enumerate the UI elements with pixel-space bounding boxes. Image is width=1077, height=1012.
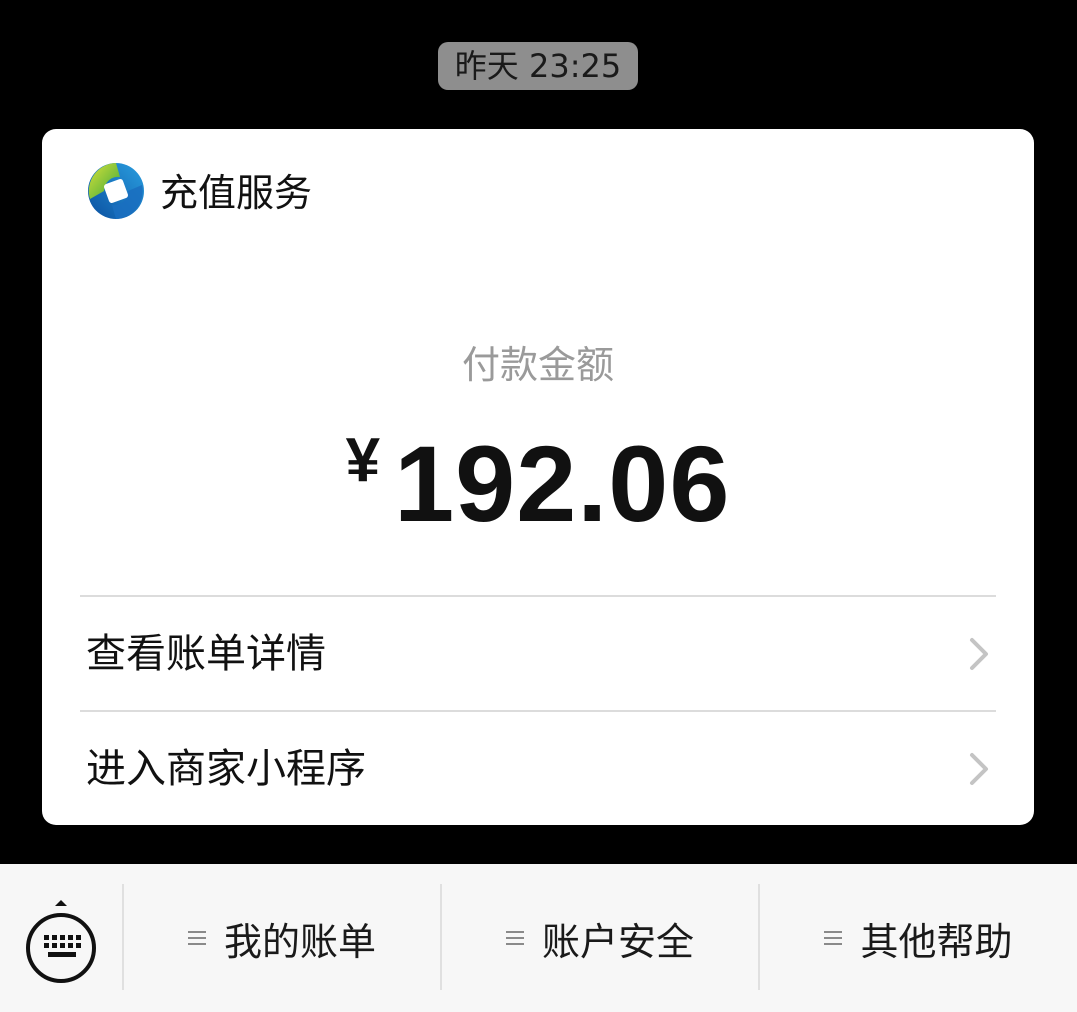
menu-label: 账户安全 <box>541 919 694 964</box>
keyboard-icon <box>26 900 96 983</box>
chevron-right-icon <box>970 753 988 785</box>
message-timestamp: 昨天 23:25 <box>438 42 638 90</box>
merchant-swirl-logo-icon <box>88 163 144 219</box>
chevron-right-icon <box>970 638 988 670</box>
currency-symbol: ¥ <box>345 426 381 495</box>
keyboard-toggle-button[interactable] <box>0 864 122 1012</box>
menu-label: 我的账单 <box>223 919 376 964</box>
menu-label: 其他帮助 <box>860 919 1013 964</box>
menu-other-help[interactable]: 其他帮助 <box>760 864 1077 1012</box>
row-label: 查看账单详情 <box>86 631 326 677</box>
menu-account-security[interactable]: 账户安全 <box>442 864 758 1012</box>
menu-lines-icon <box>824 931 843 945</box>
divider <box>80 595 996 597</box>
amount-label: 付款金额 <box>461 343 614 387</box>
divider <box>80 710 996 712</box>
service-menu-bar: 我的账单 账户安全 其他帮助 <box>0 864 1077 1012</box>
open-merchant-miniprogram-row[interactable]: 进入商家小程序 <box>42 713 1034 825</box>
menu-lines-icon <box>187 931 206 945</box>
menu-my-bills[interactable]: 我的账单 <box>124 864 440 1012</box>
row-label: 进入商家小程序 <box>86 746 366 792</box>
view-bill-details-row[interactable]: 查看账单详情 <box>42 598 1034 710</box>
payment-notification-card[interactable]: 充值服务 付款金额 ¥192.06 查看账单详情 进入商家小程序 <box>42 129 1034 825</box>
merchant-name: 充值服务 <box>160 171 313 215</box>
amount-value: 192.06 <box>394 423 731 544</box>
menu-lines-icon <box>505 931 524 945</box>
payment-amount: ¥192.06 <box>42 401 1034 577</box>
